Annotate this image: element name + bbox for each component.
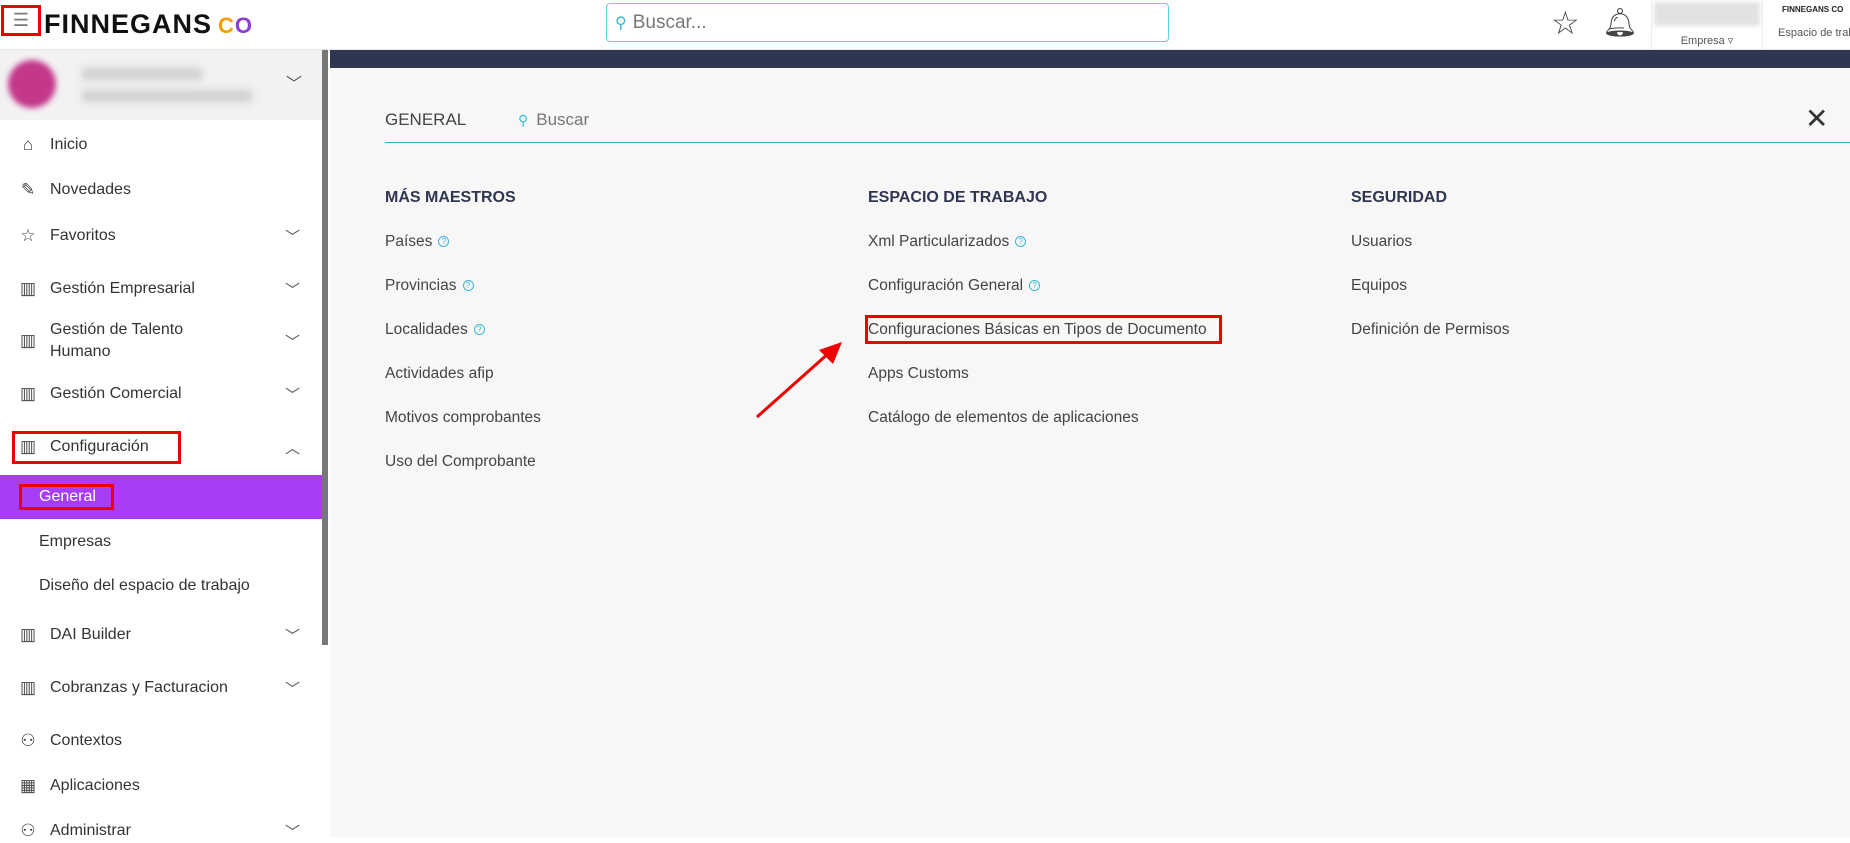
- workspace-label: Espacio de trabajo: [1778, 27, 1850, 39]
- sidebar-item-icon: ▥: [19, 625, 37, 644]
- chevron-down-icon[interactable]: ﹀: [286, 70, 302, 94]
- sidebar-item-label: Administrar: [50, 822, 131, 839]
- sidebar-item-icon: ▥: [19, 678, 37, 697]
- chevron-down-icon[interactable]: ﹀: [285, 331, 300, 352]
- sidebar-item-favoritos[interactable]: ☆ Favoritos ﹀: [0, 224, 322, 248]
- arrow-shaft: [756, 350, 831, 419]
- global-search-input[interactable]: ⚲ Buscar...: [606, 3, 1169, 42]
- main-panel: GENERAL ⚲ Buscar ✕ MÁS MAESTROS Países? Pro…: [330, 50, 1850, 837]
- company-selector[interactable]: Empresa ▿: [1651, 0, 1763, 50]
- sidebar-item-label: Novedades: [50, 181, 131, 198]
- sidebar-item-label: Gestión Empresarial: [50, 280, 195, 297]
- chevron-down-icon[interactable]: ﹀: [285, 678, 300, 699]
- brand-mark-icon: CO: [218, 13, 253, 38]
- sidebar-item-icon: ☆: [20, 226, 36, 245]
- sidebar-item-gesti-n-comercial[interactable]: ▥ Gestión Comercial ﹀: [0, 382, 322, 406]
- sidebar-item-inicio[interactable]: ⌂ Inicio: [0, 133, 322, 157]
- sidebar-subitem-label: Diseño del espacio de trabajo: [39, 577, 250, 594]
- workspace-logo: FINNEGANS CO: [1782, 5, 1844, 14]
- chevron-down-icon[interactable]: ﹀: [285, 279, 300, 300]
- brand-mark-c: C: [218, 13, 235, 38]
- sidebar-item-cobranzas-y-facturacion[interactable]: ▥ Cobranzas y Facturacion ﹀: [0, 676, 322, 700]
- search-icon: ⚲: [615, 14, 627, 32]
- sidebar-item-contextos[interactable]: ⚇ Contextos: [0, 729, 322, 753]
- sidebar-subitem-2[interactable]: Diseño del espacio de trabajo: [0, 564, 322, 608]
- avatar: [8, 60, 56, 108]
- sidebar-item-label: Gestión Comercial: [50, 385, 182, 402]
- sidebar-item-icon: ⚇: [20, 821, 36, 840]
- sidebar-item-icon: ✎: [20, 180, 36, 199]
- menu-icon: ☰: [12, 10, 30, 30]
- sidebar-item-icon: ▥: [19, 331, 37, 350]
- sidebar-item-dai-builder[interactable]: ▥ DAI Builder ﹀: [0, 623, 322, 647]
- sidebar-item-label: Cobranzas y Facturacion: [50, 679, 228, 696]
- sidebar-item-label: Gestión de Talento Humano: [50, 321, 184, 360]
- sidebar-item-label: DAI Builder: [50, 626, 131, 643]
- chevron-down-icon[interactable]: ﹀: [285, 384, 300, 405]
- company-name-blurred: [1654, 2, 1760, 26]
- sidebar-item-icon: ▥: [19, 279, 37, 298]
- chevron-down-icon[interactable]: ﹀: [285, 821, 300, 842]
- brand-logo[interactable]: FINNEGANS CO: [44, 9, 253, 40]
- sidebar-scrollbar[interactable]: [322, 50, 328, 645]
- chevron-down-icon[interactable]: ﹀: [285, 226, 300, 247]
- brand-mark-o: O: [234, 13, 254, 38]
- sidebar-item-gesti-n-de-talento-humano[interactable]: ▥ Gestión de Talento Humano ﹀: [0, 317, 322, 365]
- chevron-down-icon[interactable]: ﹀: [285, 625, 300, 646]
- hamburger-menu-button[interactable]: ☰: [1, 5, 41, 36]
- sidebar-item-label: Inicio: [50, 136, 88, 153]
- sidebar-item-icon: ⚇: [20, 731, 36, 750]
- sidebar-item-label: Favoritos: [50, 227, 116, 244]
- sidebar-item-administrar[interactable]: ⚇ Administrar ﹀: [0, 819, 322, 843]
- sidebar-item-aplicaciones[interactable]: ▦ Aplicaciones: [0, 774, 322, 798]
- sidebar-item-icon: ▦: [19, 776, 37, 795]
- sidebar-subitem-1[interactable]: Empresas: [0, 520, 322, 564]
- sidebar-subitem-label: Empresas: [39, 533, 112, 550]
- search-placeholder: Buscar...: [632, 11, 707, 33]
- sidebar-item-novedades[interactable]: ✎ Novedades: [0, 178, 322, 202]
- user-company-blurred: [82, 90, 252, 102]
- highlight-configuracion: [12, 431, 181, 464]
- sidebar-item-icon: ▥: [19, 384, 37, 403]
- sidebar-item-label: Contextos: [50, 732, 123, 749]
- highlight-general: [19, 484, 114, 510]
- sidebar-item-label: Aplicaciones: [50, 777, 140, 794]
- favorites-star-icon[interactable]: ☆: [1551, 4, 1580, 42]
- annotation-arrow: [756, 342, 842, 419]
- user-profile[interactable]: ﹀: [0, 50, 322, 120]
- top-header: ☰ FINNEGANS CO ⚲ Buscar... ☆ 🔔︎ Empresa ▿ …: [0, 0, 1850, 50]
- sidebar-item-icon: ⌂: [22, 135, 34, 154]
- notifications-bell-icon[interactable]: 🔔︎: [1602, 6, 1638, 39]
- workspace-selector[interactable]: FINNEGANS CO Espacio de trabajo: [1764, 0, 1850, 50]
- brand-name: FINNEGANS: [44, 9, 213, 39]
- user-name-blurred: [82, 68, 202, 80]
- chevron-up-icon[interactable]: ︿: [285, 437, 300, 458]
- sidebar-item-gesti-n-empresarial[interactable]: ▥ Gestión Empresarial ﹀: [0, 277, 322, 301]
- company-label: Empresa ▿: [1680, 35, 1734, 47]
